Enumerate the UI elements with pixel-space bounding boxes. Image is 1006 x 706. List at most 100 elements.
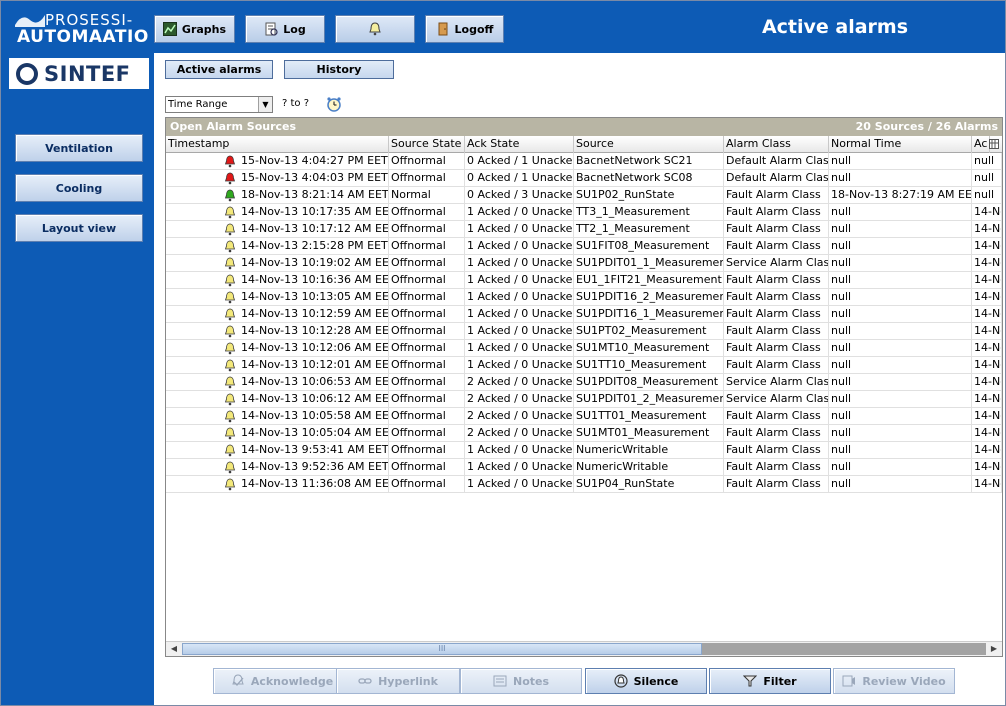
filter-label: Filter [763,674,797,688]
filter-button[interactable]: Filter [709,668,831,694]
cell-timestamp: 14-Nov-13 11:36:08 AM EET [239,476,389,493]
scrollbar-thumb[interactable]: III [182,643,702,655]
cell-normal-time: null [829,204,972,221]
log-button[interactable]: Log [245,15,325,43]
silence-button[interactable]: Silence [585,668,707,694]
graphs-button[interactable]: Graphs [154,15,235,43]
yellow-alarm-bell-icon [224,240,236,253]
cell-source: EU1_1FIT21_Measurement [574,272,724,289]
column-header-alarm-class[interactable]: Alarm Class [724,136,829,153]
cell-source: SU1MT01_Measurement [574,425,724,442]
cell-ack-time: 14-No [972,221,1002,238]
cell-alarm-class: Fault Alarm Class [724,272,829,289]
cell-source: SU1PDIT08_Measurement [574,374,724,391]
table-row[interactable]: 14-Nov-13 10:05:58 AM EET Offnormal 2 Acke… [166,408,1002,425]
cell-source-state: Offnormal [389,374,465,391]
time-range-select[interactable]: Time Range ▼ [165,96,273,113]
column-header-timestamp[interactable]: Timestamp [166,136,389,153]
cell-source: BacnetNetwork SC08 [574,170,724,187]
yellow-alarm-bell-icon [224,257,236,270]
cell-alarm-class: Service Alarm Class [724,255,829,272]
tab-active-alarms[interactable]: Active alarms [165,60,273,79]
cell-source: SU1PT02_Measurement [574,323,724,340]
cell-alarm-class: Fault Alarm Class [724,476,829,493]
page-title: Active alarms [761,16,909,38]
scrollbar-track[interactable] [702,643,986,655]
acknowledge-button[interactable]: Acknowledge [213,668,351,694]
table-row[interactable]: 14-Nov-13 9:53:41 AM EET Offnormal 1 Acked… [166,442,1002,459]
tab-label: History [316,63,362,76]
column-header-source-state[interactable]: Source State [389,136,465,153]
acknowledge-bell-icon [232,674,244,686]
tab-history[interactable]: History [284,60,394,79]
cell-normal-time: null [829,442,972,459]
alarm-summary: 20 Sources / 26 Alarms [855,120,998,133]
sidebar-item-layout-view[interactable]: Layout view [15,214,143,242]
review-video-button[interactable]: Review Video [833,668,955,694]
cell-source: SU1PDIT16_1_Measurement [574,306,724,323]
cell-ack-time: 14-No [972,306,1002,323]
cell-timestamp: 14-Nov-13 10:05:04 AM EET [239,425,389,442]
logoff-button[interactable]: Logoff [425,15,504,43]
horizontal-scrollbar[interactable]: ◀ III ▶ [166,641,1002,656]
cell-source-state: Normal [389,187,465,204]
cell-normal-time: null [829,425,972,442]
dropdown-arrow-icon[interactable]: ▼ [258,97,272,112]
column-chooser-icon[interactable] [989,139,999,149]
cell-ack-time: 14-No [972,289,1002,306]
clock-icon[interactable] [326,96,342,112]
cell-source: SU1FIT08_Measurement [574,238,724,255]
cell-ack-state: 0 Acked / 3 Unacked [465,187,574,204]
cell-alarm-class: Fault Alarm Class [724,459,829,476]
table-row[interactable]: 14-Nov-13 10:05:04 AM EET Offnormal 2 Acke… [166,425,1002,442]
notes-button[interactable]: Notes [460,668,582,694]
bell-icon [369,22,381,36]
scroll-left-icon[interactable]: ◀ [166,642,182,656]
cell-alarm-class: Fault Alarm Class [724,306,829,323]
yellow-alarm-bell-icon [224,478,236,491]
cell-timestamp: 14-Nov-13 10:06:12 AM EET [239,391,389,408]
yellow-alarm-bell-icon [224,444,236,457]
table-row[interactable]: 14-Nov-13 10:12:59 AM EET Offnormal 1 Acke… [166,306,1002,323]
table-row[interactable]: 14-Nov-13 2:15:28 PM EET Offnormal 1 Acked… [166,238,1002,255]
table-row[interactable]: 14-Nov-13 10:19:02 AM EET Offnormal 1 Acke… [166,255,1002,272]
cell-ack-time: 14-No [972,391,1002,408]
cell-ack-state: 2 Acked / 0 Unacked [465,408,574,425]
column-header-ack-time[interactable]: Ac [972,136,990,153]
cell-ack-state: 1 Acked / 0 Unacked [465,238,574,255]
table-row[interactable]: 14-Nov-13 10:16:36 AM EET Offnormal 1 Acke… [166,272,1002,289]
table-row[interactable]: 18-Nov-13 8:21:14 AM EET Normal 0 Acked / … [166,187,1002,204]
table-row[interactable]: 14-Nov-13 11:36:08 AM EET Offnormal 1 Acke… [166,476,1002,493]
cell-source: BacnetNetwork SC21 [574,153,724,170]
main-panel: Active alarms History Time Range ▼ ? to … [154,53,1005,705]
sidebar-item-ventilation[interactable]: Ventilation [15,134,143,162]
table-row[interactable]: 14-Nov-13 10:12:01 AM EET Offnormal 1 Acke… [166,357,1002,374]
cell-alarm-class: Default Alarm Class [724,170,829,187]
alarm-bell-button[interactable] [335,15,415,43]
column-header-source[interactable]: Source [574,136,724,153]
cell-alarm-class: Fault Alarm Class [724,187,829,204]
table-row[interactable]: 14-Nov-13 10:17:12 AM EET Offnormal 1 Acke… [166,221,1002,238]
table-row[interactable]: 14-Nov-13 10:12:28 AM EET Offnormal 1 Acke… [166,323,1002,340]
column-header-normal-time[interactable]: Normal Time [829,136,972,153]
table-row[interactable]: 14-Nov-13 10:13:05 AM EET Offnormal 1 Acke… [166,289,1002,306]
table-row[interactable]: 14-Nov-13 9:52:36 AM EET Offnormal 1 Acked… [166,459,1002,476]
cell-normal-time: null [829,357,972,374]
cell-normal-time: null [829,408,972,425]
hyperlink-button[interactable]: Hyperlink [336,668,460,694]
table-row[interactable]: 15-Nov-13 4:04:27 PM EET Offnormal 0 Acked… [166,153,1002,170]
cell-ack-time: 14-No [972,374,1002,391]
column-header-ack-state[interactable]: Ack State [465,136,574,153]
cell-timestamp: 14-Nov-13 10:19:02 AM EET [239,255,389,272]
sidebar-item-label: Ventilation [45,141,113,155]
table-row[interactable]: 14-Nov-13 10:12:06 AM EET Offnormal 1 Acke… [166,340,1002,357]
table-row[interactable]: 14-Nov-13 10:06:12 AM EET Offnormal 2 Acke… [166,391,1002,408]
scroll-right-icon[interactable]: ▶ [986,642,1002,656]
cell-ack-state: 0 Acked / 1 Unacked [465,170,574,187]
cell-ack-state: 1 Acked / 0 Unacked [465,476,574,493]
table-row[interactable]: 15-Nov-13 4:04:03 PM EET Offnormal 0 Acked… [166,170,1002,187]
range-text: ? to ? [282,98,310,109]
table-row[interactable]: 14-Nov-13 10:17:35 AM EET Offnormal 1 Acke… [166,204,1002,221]
table-row[interactable]: 14-Nov-13 10:06:53 AM EET Offnormal 2 Acke… [166,374,1002,391]
sidebar-item-cooling[interactable]: Cooling [15,174,143,202]
